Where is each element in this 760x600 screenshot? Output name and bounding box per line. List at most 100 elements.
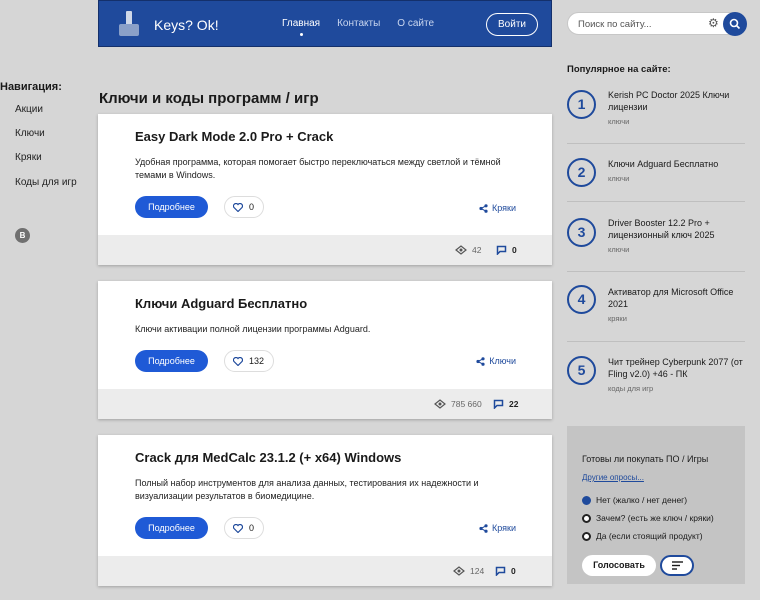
post-card: Crack для MedCalc 23.1.2 (+ x64) Windows… xyxy=(98,435,552,586)
site-title[interactable]: Keys? Ok! xyxy=(154,17,219,33)
share-icon xyxy=(479,523,488,533)
share-icon xyxy=(479,203,488,213)
popular-item-title[interactable]: Активатор для Microsoft Office 2021 xyxy=(608,287,733,309)
vote-button[interactable]: Голосовать xyxy=(582,555,656,576)
comment-icon xyxy=(496,245,507,255)
comment-icon xyxy=(495,566,506,576)
logo-icon[interactable] xyxy=(119,11,139,37)
views-count: 124 xyxy=(470,566,485,576)
popular-item-category[interactable]: ключи xyxy=(608,173,745,185)
popular-rank: 5 xyxy=(567,356,596,385)
post-description: Ключи активации полной лицензии программ… xyxy=(135,324,371,334)
sidebar-item-game-codes[interactable]: Коды для игр xyxy=(15,177,77,188)
heart-icon xyxy=(233,202,243,212)
radio-selected-icon[interactable] xyxy=(582,495,591,505)
popular-item-category[interactable]: ключи xyxy=(608,244,745,256)
radio-icon[interactable] xyxy=(582,531,591,541)
search-button[interactable] xyxy=(723,12,747,36)
eye-icon xyxy=(455,245,467,255)
views-stat: 124 xyxy=(453,566,484,576)
other-polls-link[interactable]: Другие опросы... xyxy=(582,473,644,482)
popular-item[interactable]: 1 Kerish PC Doctor 2025 Ключи лицензии кл… xyxy=(567,86,745,144)
radio-icon[interactable] xyxy=(582,513,591,523)
post-footer: 124 0 xyxy=(98,556,552,586)
comments-stat[interactable]: 22 xyxy=(493,399,518,409)
poll-option[interactable]: Нет (жалко / нет денег) xyxy=(582,495,687,505)
post-description: Полный набор инструментов для анализа да… xyxy=(135,478,479,501)
list-icon xyxy=(671,561,683,570)
more-button[interactable]: Подробнее xyxy=(135,196,208,218)
post-tag-label: Ключи xyxy=(489,356,516,366)
popular-item[interactable]: 5 Чит трейнер Cyberpunk 2077 (от Fling v… xyxy=(567,342,745,404)
views-count: 42 xyxy=(472,245,482,255)
popular-item-title[interactable]: Kerish PC Doctor 2025 Ключи лицензии xyxy=(608,90,729,112)
views-stat: 785 660 xyxy=(434,399,482,409)
like-button[interactable]: 132 xyxy=(224,350,275,372)
post-title[interactable]: Ключи Adguard Бесплатно xyxy=(135,296,307,311)
poll-option[interactable]: Зачем? (есть же ключ / кряки) xyxy=(582,513,714,523)
popular-item-title[interactable]: Чит трейнер Cyberpunk 2077 (от Fling v2.… xyxy=(608,357,743,379)
post-footer: 785 660 22 xyxy=(98,389,552,419)
nav-home[interactable]: Главная xyxy=(282,18,320,36)
comments-count: 0 xyxy=(511,566,516,576)
post-card: Easy Dark Mode 2.0 Pro + Crack Удобная п… xyxy=(98,114,552,265)
search-input[interactable] xyxy=(578,17,698,31)
eye-icon xyxy=(434,399,446,409)
sidebar-item-promos[interactable]: Акции xyxy=(15,104,43,115)
search-box: ⚙ xyxy=(567,12,747,36)
popular-item-category[interactable]: кряки xyxy=(608,313,745,325)
post-title[interactable]: Crack для MedCalc 23.1.2 (+ x64) Windows xyxy=(135,450,401,465)
like-count: 132 xyxy=(249,356,265,366)
nav-contacts[interactable]: Контакты xyxy=(337,18,380,29)
more-button[interactable]: Подробнее xyxy=(135,350,208,372)
gear-icon[interactable]: ⚙ xyxy=(708,16,719,30)
popular-rank: 4 xyxy=(567,285,596,314)
post-tag-label: Кряки xyxy=(492,203,516,213)
popular-item-title[interactable]: Driver Booster 12.2 Pro + лицензионный к… xyxy=(608,218,714,240)
popular-item-title[interactable]: Ключи Adguard Бесплатно xyxy=(608,159,718,169)
post-tag[interactable]: Ключи xyxy=(476,356,516,366)
popular-rank: 2 xyxy=(567,158,596,187)
comments-stat[interactable]: 0 xyxy=(495,566,516,576)
post-tag[interactable]: Кряки xyxy=(479,203,516,213)
popular-item-category[interactable]: ключи xyxy=(608,116,745,128)
like-count: 0 xyxy=(249,202,255,212)
post-title[interactable]: Easy Dark Mode 2.0 Pro + Crack xyxy=(135,129,333,144)
post-tag[interactable]: Кряки xyxy=(479,523,516,533)
popular-title: Популярное на сайте: xyxy=(567,64,671,75)
views-count: 785 660 xyxy=(451,399,482,409)
popular-item[interactable]: 3 Driver Booster 12.2 Pro + лицензионный… xyxy=(567,202,745,272)
like-button[interactable]: 0 xyxy=(224,517,265,539)
search-icon xyxy=(729,18,741,30)
popular-item[interactable]: 2 Ключи Adguard Бесплатно ключи xyxy=(567,144,745,202)
popular-item-category[interactable]: коды для игр xyxy=(608,383,745,395)
more-button[interactable]: Подробнее xyxy=(135,517,208,539)
post-card: Ключи Adguard Бесплатно Ключи активации … xyxy=(98,281,552,419)
post-description: Удобная программа, которая помогает быст… xyxy=(135,157,501,180)
comments-count: 0 xyxy=(512,245,517,255)
comments-count: 22 xyxy=(509,399,519,409)
poll-option-label: Да (если стоящий продукт) xyxy=(596,531,703,541)
top-header: Keys? Ok! Главная Контакты О сайте Войти xyxy=(98,0,552,47)
poll-widget: Готовы ли покупать ПО / Игры Другие опро… xyxy=(567,426,745,584)
sidebar-item-keys[interactable]: Ключи xyxy=(15,128,45,139)
like-button[interactable]: 0 xyxy=(224,196,265,218)
popular-rank: 1 xyxy=(567,90,596,119)
comment-icon xyxy=(493,399,504,409)
popular-rank: 3 xyxy=(567,218,596,247)
vk-icon[interactable]: B xyxy=(15,228,30,243)
nav-about[interactable]: О сайте xyxy=(397,18,434,29)
popular-item[interactable]: 4 Активатор для Microsoft Office 2021 кря… xyxy=(567,272,745,342)
sidebar-item-cracks[interactable]: Кряки xyxy=(15,152,42,163)
eye-icon xyxy=(453,566,465,576)
heart-icon xyxy=(233,523,243,533)
results-button[interactable] xyxy=(660,555,694,576)
poll-option[interactable]: Да (если стоящий продукт) xyxy=(582,531,703,541)
share-icon xyxy=(476,356,485,366)
comments-stat[interactable]: 0 xyxy=(496,245,517,255)
post-footer: 42 0 xyxy=(98,235,552,265)
login-button[interactable]: Войти xyxy=(486,13,538,36)
heart-icon xyxy=(233,356,243,366)
main-nav: Главная Контакты О сайте xyxy=(282,18,434,36)
poll-question: Готовы ли покупать ПО / Игры xyxy=(582,454,709,464)
